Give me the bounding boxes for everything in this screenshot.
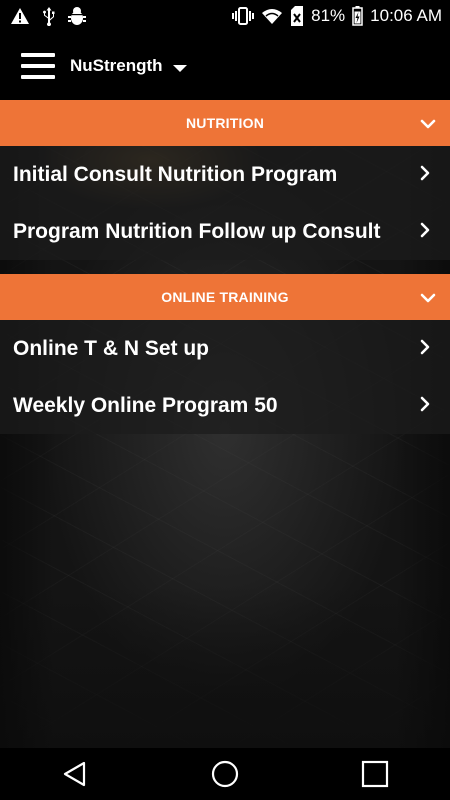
warning-icon — [10, 7, 30, 25]
section-header-online-training[interactable]: ONLINE TRAINING — [0, 274, 450, 320]
chevron-right-icon — [420, 220, 430, 244]
no-sim-icon — [290, 6, 304, 26]
list-item[interactable]: Weekly Online Program 50 — [0, 377, 450, 434]
back-icon[interactable] — [35, 748, 115, 800]
recents-icon[interactable] — [335, 748, 415, 800]
section-title: NUTRITION — [185, 115, 264, 131]
chevron-down-icon — [420, 290, 436, 306]
list-item-label: Program Nutrition Follow up Consult — [13, 219, 381, 243]
status-right-icons: 81% 10:06 AM — [232, 6, 450, 26]
list-item-label: Weekly Online Program 50 — [13, 393, 278, 417]
section-title: ONLINE TRAINING — [161, 289, 289, 305]
list-item-label: Initial Consult Nutrition Program — [13, 162, 338, 186]
app-bar: NuStrength — [0, 32, 450, 100]
chevron-right-icon — [420, 337, 430, 361]
list-item[interactable]: Initial Consult Nutrition Program — [0, 146, 450, 203]
chevron-right-icon — [420, 394, 430, 418]
chevron-down-icon — [420, 116, 436, 132]
usb-icon — [42, 6, 56, 26]
home-icon[interactable] — [185, 748, 265, 800]
wifi-icon — [261, 7, 283, 25]
app-title-dropdown[interactable]: NuStrength — [55, 56, 187, 76]
section-items-nutrition: Initial Consult Nutrition Program Progra… — [0, 146, 450, 260]
android-debug-icon — [68, 6, 86, 26]
content-list: NUTRITION Initial Consult Nutrition Prog… — [0, 100, 450, 434]
vibrate-icon — [232, 7, 255, 25]
battery-percent: 81% — [311, 6, 346, 25]
section-items-online-training: Online T & N Set up Weekly Online Progra… — [0, 320, 450, 434]
system-nav-bar — [0, 748, 450, 800]
list-item[interactable]: Program Nutrition Follow up Consult — [0, 203, 450, 260]
app-title: NuStrength — [70, 56, 163, 75]
list-item-label: Online T & N Set up — [13, 336, 210, 360]
list-item[interactable]: Online T & N Set up — [0, 320, 450, 377]
chevron-right-icon — [420, 163, 430, 187]
status-left-icons — [0, 6, 86, 26]
battery-icon — [352, 6, 363, 26]
section-header-nutrition[interactable]: NUTRITION — [0, 100, 450, 146]
caret-down-icon — [172, 64, 187, 72]
status-bar: 81% 10:06 AM — [0, 0, 450, 32]
hamburger-menu-icon[interactable] — [21, 53, 55, 79]
clock: 10:06 AM — [370, 6, 442, 25]
